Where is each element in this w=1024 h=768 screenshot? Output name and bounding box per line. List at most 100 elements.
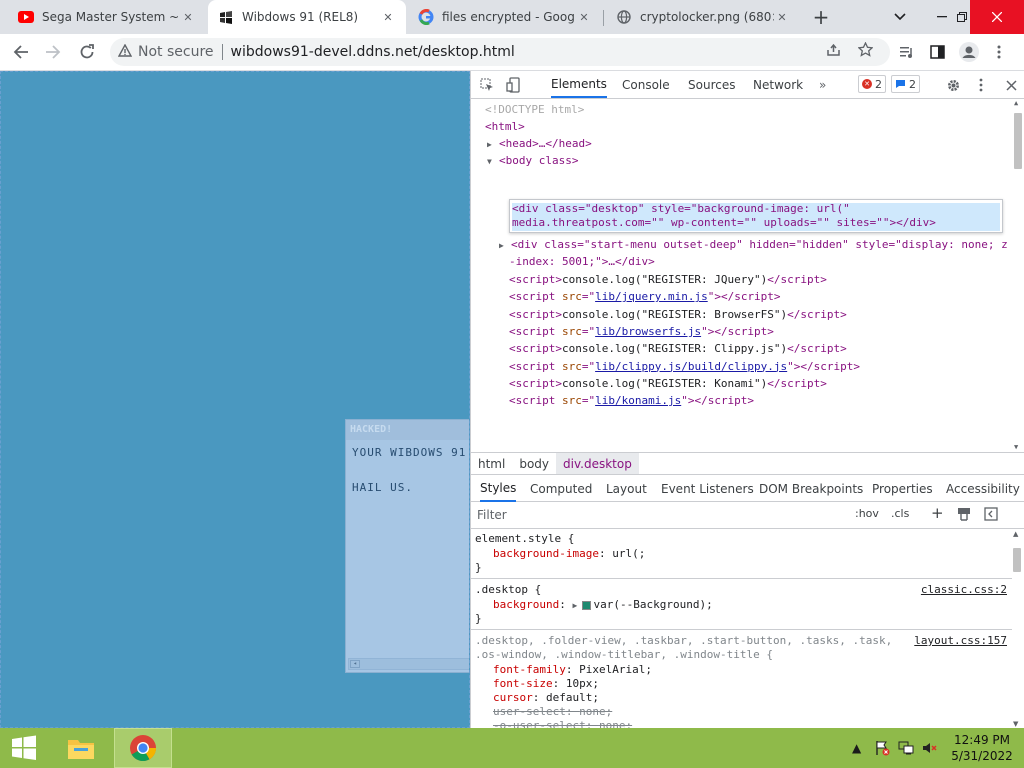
dom-script-line[interactable]: <script>console.log("REGISTER: Clippy.js… xyxy=(509,340,847,357)
desktop-viewport[interactable]: HACKED! YOUR WIBDOWS 91 HAIL US. ◂ xyxy=(0,71,470,728)
scroll-down-icon[interactable]: ▼ xyxy=(1013,720,1018,728)
rule-multi-selector-1[interactable]: .desktop, .folder-view, .taskbar, .start… xyxy=(475,634,892,648)
script-src-link[interactable]: lib/jquery.min.js xyxy=(595,290,708,303)
dom-tree[interactable]: <!DOCTYPE html> <html> ▶ <head>…</head> ▼… xyxy=(471,99,1024,451)
styles-scrollbar[interactable]: ▲ ▼ xyxy=(1012,530,1022,728)
collapse-triangle-icon[interactable]: ▼ xyxy=(487,153,499,170)
tab-console[interactable]: Console xyxy=(622,71,670,98)
dom-scrollbar[interactable]: ▲ ▼ xyxy=(1013,99,1023,451)
tab-styles[interactable]: Styles xyxy=(480,476,517,502)
scroll-down-icon[interactable]: ▼ xyxy=(1014,443,1018,451)
tab-network[interactable]: Network xyxy=(753,71,803,98)
show-hidden-icons[interactable]: ▲ xyxy=(852,728,861,768)
dom-script-line[interactable]: <script>console.log("REGISTER: Konami")<… xyxy=(509,375,827,392)
dom-script-line[interactable]: <script>console.log("REGISTER: JQuery")<… xyxy=(509,271,827,288)
message-count-badge[interactable]: 2 xyxy=(891,75,920,93)
devtools-menu-icon[interactable] xyxy=(971,75,991,95)
new-rule-plus-icon[interactable]: + xyxy=(931,504,944,522)
forward-icon[interactable] xyxy=(40,40,66,64)
css-property-row[interactable]: user-select: none; xyxy=(493,705,612,719)
breadcrumb-html[interactable]: html xyxy=(471,453,512,474)
toggle-sidebar-icon[interactable] xyxy=(984,507,998,524)
rule-element-style-prop[interactable]: background-image: url(; xyxy=(493,547,645,561)
scroll-left-icon[interactable]: ◂ xyxy=(350,660,360,668)
tab-layout[interactable]: Layout xyxy=(606,476,647,502)
tab-wibdows-91[interactable]: Wibdows 91 (REL8) ✕ xyxy=(208,0,406,34)
script-src-link[interactable]: lib/konami.js xyxy=(595,394,681,407)
tab-accessibility[interactable]: Accessibility xyxy=(946,476,1020,502)
back-icon[interactable] xyxy=(8,40,34,64)
tab-cryptolocker[interactable]: cryptolocker.png (680×5 ✕ xyxy=(606,0,800,34)
expand-triangle-icon[interactable]: ▶ xyxy=(499,237,511,254)
media-queue-icon[interactable] xyxy=(894,40,920,64)
rule-desktop-selector[interactable]: .desktop { xyxy=(475,583,541,597)
hacked-window[interactable]: HACKED! YOUR WIBDOWS 91 HAIL US. ◂ xyxy=(345,419,469,673)
dom-body[interactable]: ▼ <body class> xyxy=(487,152,578,169)
tab-search-icon[interactable] xyxy=(888,0,912,34)
css-property-row[interactable]: -o-user-select: none; xyxy=(493,719,632,728)
script-src-link[interactable]: lib/clippy.js/build/clippy.js xyxy=(595,360,787,373)
scroll-up-icon[interactable]: ▲ xyxy=(1014,99,1018,107)
rule-element-style-selector[interactable]: element.style { xyxy=(475,532,574,546)
expand-triangle-icon[interactable]: ▶ xyxy=(487,136,499,153)
error-count-badge[interactable]: ✕ 2 xyxy=(858,75,886,93)
filter-input[interactable]: Filter xyxy=(477,508,507,522)
css-property-row[interactable]: font-size: 10px; xyxy=(493,677,599,691)
class-toggle-button[interactable]: .cls xyxy=(891,507,909,520)
dom-scroll-thumb[interactable] xyxy=(1014,113,1022,169)
dom-script-line[interactable]: <script src="lib/jquery.min.js"></script… xyxy=(509,288,781,305)
breadcrumb-body[interactable]: body xyxy=(512,453,556,474)
side-panel-icon[interactable] xyxy=(924,40,950,64)
dom-script-line[interactable]: <script src="lib/clippy.js/build/clippy.… xyxy=(509,358,860,375)
dom-start-menu[interactable]: ▶ <div class="start-menu outset-deep" hid… xyxy=(499,236,1008,253)
dom-script-line[interactable]: <script src="lib/browserfs.js"></script> xyxy=(509,323,774,340)
close-tab-icon[interactable]: ✕ xyxy=(774,11,790,24)
close-tab-icon[interactable]: ✕ xyxy=(380,11,396,24)
styles-scroll-thumb[interactable] xyxy=(1013,548,1021,572)
dom-head[interactable]: ▶ <head>…</head> xyxy=(487,135,592,152)
tab-properties[interactable]: Properties xyxy=(872,476,933,502)
script-src-link[interactable]: lib/browserfs.js xyxy=(595,325,701,338)
security-flag-icon[interactable] xyxy=(874,728,890,768)
computed-styles-icon[interactable] xyxy=(957,507,971,524)
close-tab-icon[interactable]: ✕ xyxy=(180,11,196,24)
close-tab-icon[interactable]: ✕ xyxy=(576,11,592,24)
tab-sega-master-system[interactable]: Sega Master System ~ Ki ✕ xyxy=(8,0,206,34)
start-windows-icon[interactable] xyxy=(0,728,48,768)
tab-computed[interactable]: Computed xyxy=(530,476,592,502)
url-text[interactable]: wibdows91-devel.ddns.net/desktop.html xyxy=(231,44,515,60)
system-clock[interactable]: 12:49 PM 5/31/2022 xyxy=(946,732,1018,764)
bookmark-star-icon[interactable] xyxy=(857,41,874,61)
close-window-icon[interactable] xyxy=(970,0,1024,34)
color-swatch-icon[interactable] xyxy=(582,600,592,610)
chrome-taskbar-icon[interactable] xyxy=(114,728,172,768)
warning-icon[interactable] xyxy=(117,43,133,61)
share-icon[interactable] xyxy=(826,42,841,61)
network-icon[interactable] xyxy=(898,728,914,768)
hacked-window-titlebar[interactable]: HACKED! xyxy=(346,420,469,440)
style-rules[interactable]: element.style { background-image: url(; … xyxy=(471,530,1015,728)
window-scrollbar[interactable]: ◂ xyxy=(348,658,469,670)
security-label[interactable]: Not secure xyxy=(138,44,214,60)
tab-sources[interactable]: Sources xyxy=(688,71,735,98)
tab-event-listeners[interactable]: Event Listeners xyxy=(661,476,754,502)
inspect-element-icon[interactable] xyxy=(477,75,497,95)
rule-desktop-prop[interactable]: background: ▶ var(--Background); xyxy=(493,598,713,612)
settings-gear-icon[interactable] xyxy=(943,75,963,95)
dom-html[interactable]: <html> xyxy=(485,118,525,135)
device-toolbar-icon[interactable] xyxy=(503,75,523,95)
edit-text-line2[interactable]: media.threatpost.com="" wp-content="" up… xyxy=(512,214,936,231)
expand-triangle-icon[interactable]: ▶ xyxy=(572,599,582,613)
dom-script-line[interactable]: <script>console.log("REGISTER: BrowserFS… xyxy=(509,306,847,323)
source-link-layout-css[interactable]: layout.css:157 xyxy=(914,634,1007,647)
dom-doctype[interactable]: <!DOCTYPE html> xyxy=(485,101,584,118)
html-edit-box[interactable]: <div class="desktop" style="background-i… xyxy=(509,199,1003,233)
source-link-classic-css[interactable]: classic.css:2 xyxy=(921,583,1007,596)
volume-muted-icon[interactable] xyxy=(922,728,938,768)
hover-state-button[interactable]: :hov xyxy=(855,507,879,520)
address-bar[interactable]: Not secure wibdows91-devel.ddns.net/desk… xyxy=(110,38,890,66)
scroll-up-icon[interactable]: ▲ xyxy=(1013,530,1018,538)
new-tab-button[interactable]: + xyxy=(808,0,834,34)
menu-kebab-icon[interactable] xyxy=(986,40,1012,64)
css-property-row[interactable]: cursor: default; xyxy=(493,691,599,705)
